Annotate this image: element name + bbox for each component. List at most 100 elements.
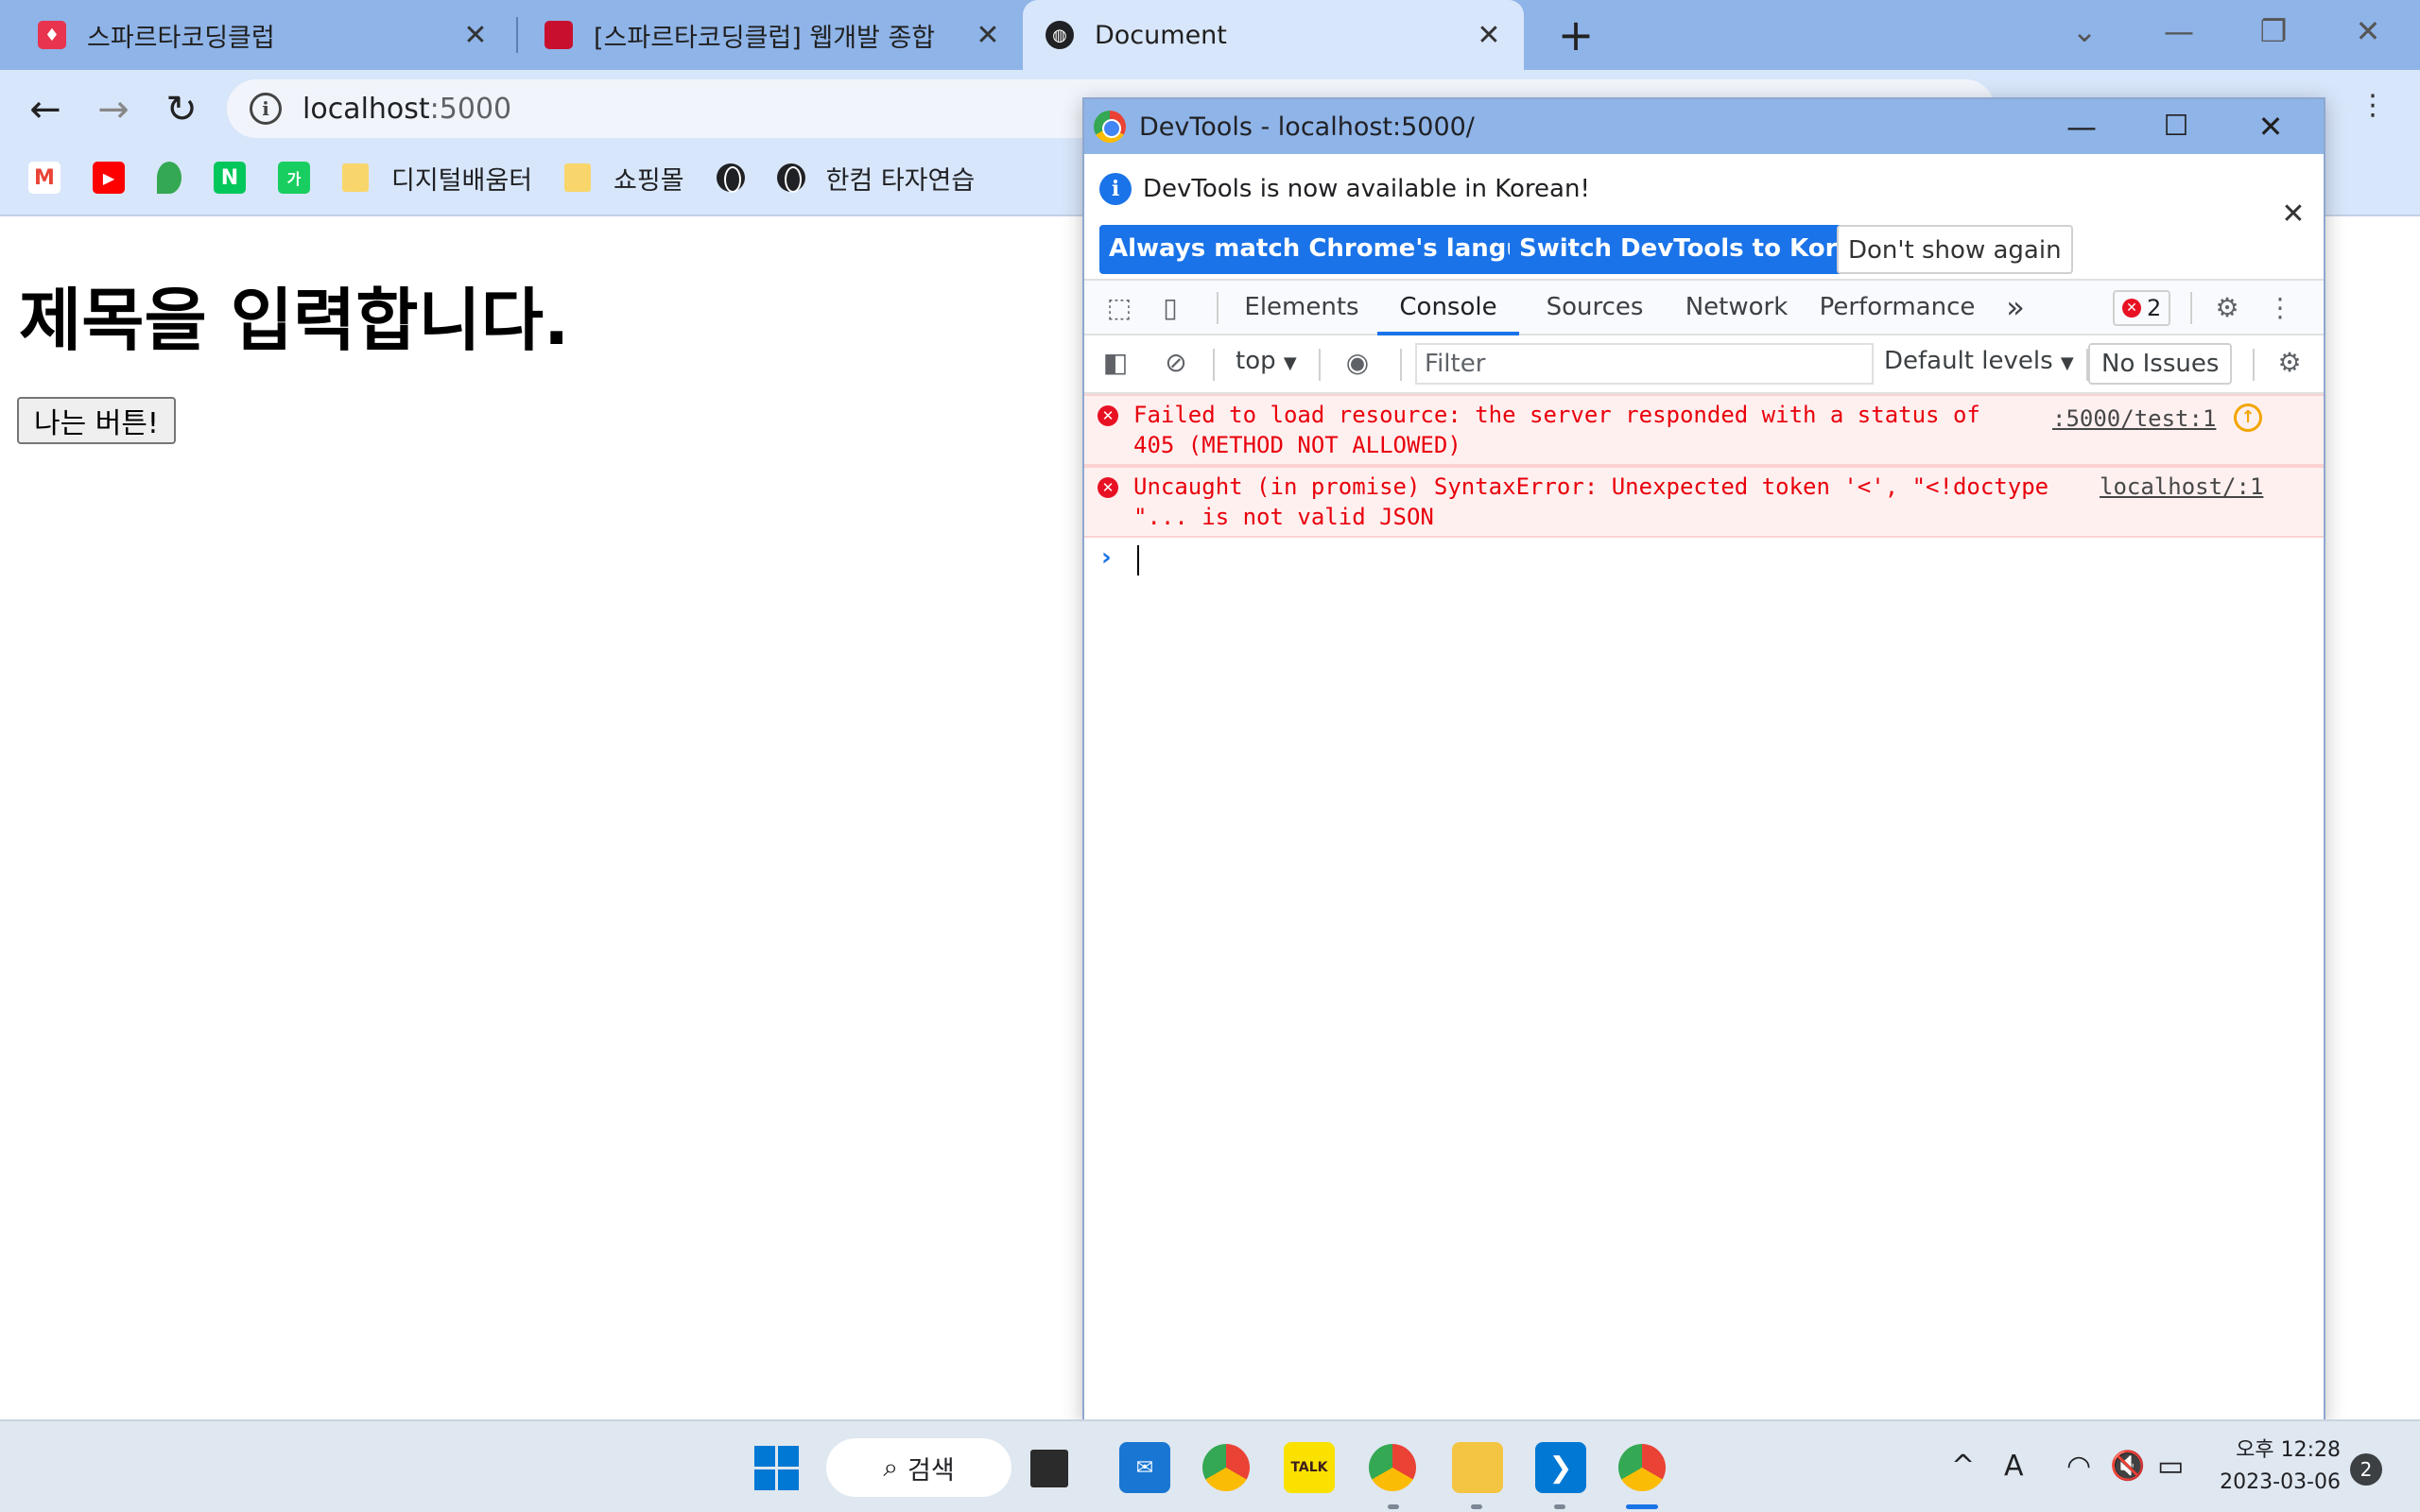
active-indicator [1626,1504,1658,1509]
devtools-minimize-button[interactable]: — [2039,99,2124,154]
tab-search-chevron-icon[interactable]: ⌄ [2042,0,2127,62]
page-heading: 제목을 입력합니다. [19,281,570,360]
globe-icon [716,163,745,193]
show-sidebar-icon[interactable]: ◧ [1098,345,1133,381]
chrome-icon[interactable] [1202,1444,1250,1491]
bookmark-youtube[interactable]: ▶ [93,162,125,194]
close-icon[interactable]: ✕ [459,19,492,52]
bookmark-gmail[interactable]: M [28,162,60,194]
devtools-tab-bar: ⬚ ▯ Elements Console Sources Network Per… [1084,279,2324,335]
error-count-badge[interactable]: ✕ 2 [2113,290,2171,326]
bookmark-hancom-typing[interactable]: 한컴 타자연습 [776,160,975,197]
error-text: Uncaught (in promise) SyntaxError: Unexp… [1133,473,2049,530]
minimize-button[interactable]: — [2136,0,2221,62]
close-icon[interactable]: ✕ [972,19,1004,52]
dropdown-arrow-icon: ▼ [1283,353,1297,373]
notification-count-badge[interactable]: 2 [2350,1453,2382,1486]
running-indicator [1388,1504,1399,1509]
ime-indicator[interactable]: A [2004,1448,2024,1486]
console-error-message[interactable]: ✕ Uncaught (in promise) SyntaxError: Une… [1084,466,2324,538]
dropdown-arrow-icon: ▼ [2060,353,2074,373]
reload-button[interactable]: ↻ [155,83,208,136]
tab-performance[interactable]: Performance [1812,281,1982,335]
divider [1213,349,1215,381]
error-text: Failed to load resource: the server resp… [1133,402,1980,458]
more-tabs-icon[interactable]: » [1992,281,2039,335]
forward-button[interactable]: → [87,83,140,136]
network-request-icon[interactable]: ↑ [2234,404,2262,432]
infobar-message: DevTools is now available in Korean! [1143,175,1590,203]
chrome-profile-icon[interactable] [1369,1444,1416,1491]
back-button[interactable]: ← [19,83,72,136]
wifi-icon[interactable]: ◠ [2066,1448,2091,1486]
tab-sources[interactable]: Sources [1529,281,1661,335]
tab-title: Document [1095,20,1227,50]
clock-time: 오후 12:28 [2236,1438,2341,1462]
console-output: ✕ Failed to load resource: the server re… [1084,394,2324,1420]
bookmark-globe[interactable] [716,163,745,193]
folder-icon [564,163,592,192]
bookmark-folder-shopping[interactable]: 쇼핑몰 [564,160,684,197]
devtools-maximize-button[interactable]: ☐ [2134,99,2219,154]
tab-console[interactable]: Console [1377,281,1519,335]
new-tab-button[interactable]: + [1550,9,1601,60]
issues-button[interactable]: No Issues [2088,343,2233,385]
context-selector[interactable]: top ▼ [1236,347,1297,375]
page-button[interactable]: 나는 버튼! [17,397,176,444]
error-icon: ✕ [1098,477,1118,498]
tab-elements[interactable]: Elements [1236,281,1368,335]
error-icon: ✕ [1098,405,1118,426]
bookmark-naver[interactable]: N [214,162,246,194]
battery-icon[interactable]: ▭ [2157,1448,2184,1486]
windows-start-button[interactable] [751,1442,802,1493]
console-prompt-line[interactable]: › [1084,538,2324,594]
clear-console-icon[interactable]: ⊘ [1158,345,1194,381]
vscode-icon[interactable]: ❯ [1535,1442,1586,1493]
more-options-icon[interactable]: ⋮ [2262,290,2298,326]
url-text: localhost:5000 [302,92,512,126]
divider [2190,292,2192,324]
devtools-close-button[interactable]: ✕ [2228,99,2313,154]
tab-network[interactable]: Network [1670,281,1803,335]
taskbar-search[interactable]: ⌕ 검색 [826,1438,1011,1497]
close-icon[interactable]: ✕ [1473,19,1505,52]
console-toolbar: ◧ ⊘ top ▼ ◉ Default levels ▼ No Issues ⚙ [1084,335,2324,394]
device-toolbar-icon[interactable]: ▯ [1152,290,1188,326]
tab-strip: ♦ 스파르타코딩클럽 ✕ [스파르타코딩클럽] 웹개발 종합 ✕ ◍ Docum… [0,0,2420,70]
inspect-element-icon[interactable]: ⬚ [1101,290,1137,326]
bookmark-maps[interactable] [157,162,182,194]
book-icon [544,21,573,49]
close-icon[interactable]: ✕ [2276,198,2310,231]
tray-chevron-icon[interactable]: ^ [1951,1448,1975,1486]
kakaotalk-icon[interactable]: TALK [1284,1442,1335,1493]
devtools-titlebar[interactable]: DevTools - localhost:5000/ — ☐ ✕ [1084,99,2324,154]
dont-show-again-button[interactable]: Don't show again [1837,225,2073,274]
console-settings-gear-icon[interactable]: ⚙ [2272,345,2308,381]
settings-gear-icon[interactable]: ⚙ [2209,290,2245,326]
tab-document[interactable]: ◍ Document ✕ [1023,0,1524,70]
maximize-button[interactable]: ❐ [2231,0,2316,62]
site-info-icon[interactable]: i [250,93,282,125]
error-source-link[interactable]: :5000/test:1 [2052,404,2216,434]
error-source-link[interactable]: localhost/:1 [2100,472,2263,502]
bookmark-ga[interactable]: 가 [278,162,310,194]
tab-sparta[interactable]: ♦ 스파르타코딩클럽 ✕ [0,0,510,70]
running-indicator [1554,1504,1565,1509]
live-expression-eye-icon[interactable]: ◉ [1340,345,1375,381]
log-levels-dropdown[interactable]: Default levels ▼ [1884,347,2074,375]
chrome-active-icon[interactable] [1618,1444,1666,1491]
mail-icon[interactable]: ✉ [1119,1442,1170,1493]
youtube-icon: ▶ [93,162,125,194]
bookmark-folder-digital[interactable]: 디지털배움터 [342,160,532,197]
volume-muted-icon[interactable]: 🔇 [2110,1448,2145,1486]
clock-date: 2023-03-06 [2220,1470,2341,1494]
console-error-message[interactable]: ✕ Failed to load resource: the server re… [1084,394,2324,466]
tab-sparta-course[interactable]: [스파르타코딩클럽] 웹개발 종합 ✕ [522,0,1023,70]
tab-title: 스파르타코딩클럽 [87,23,275,53]
close-window-button[interactable]: ✕ [2325,0,2411,62]
menu-icon[interactable]: ⋮ [2352,85,2394,127]
task-view-icon[interactable] [1030,1450,1068,1487]
file-explorer-icon[interactable] [1452,1442,1503,1493]
console-filter-input[interactable] [1415,343,1874,385]
system-clock[interactable]: 오후 12:28 2023-03-06 [2212,1435,2341,1499]
